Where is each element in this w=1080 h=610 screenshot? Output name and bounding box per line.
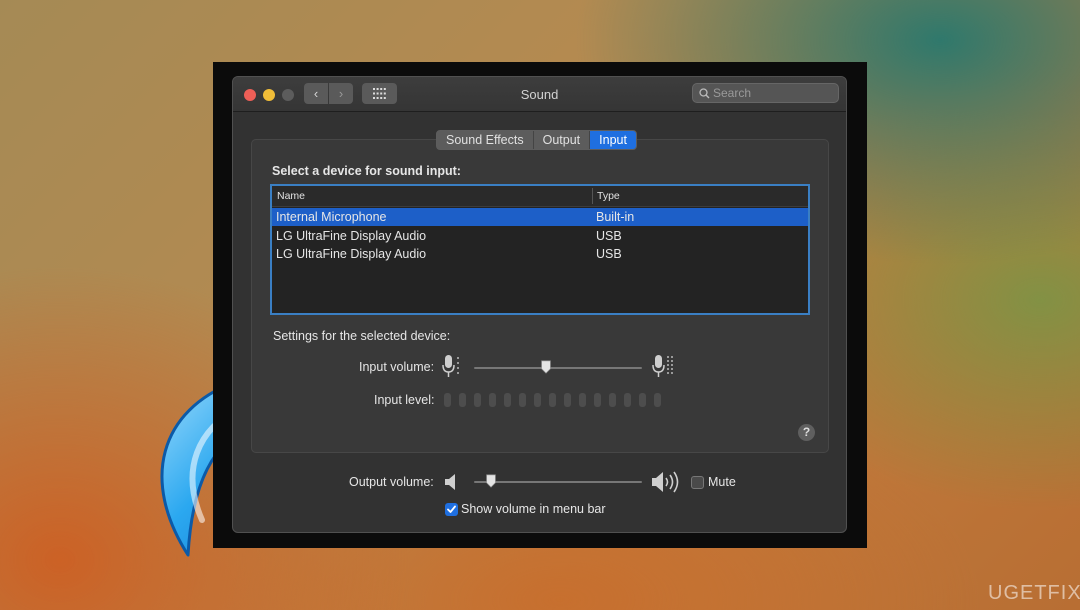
input-level-segment — [534, 393, 541, 407]
microphone-high-icon — [652, 355, 673, 377]
sound-preferences-window: ‹ › Sound Sound Effects Output Input Se — [232, 76, 847, 533]
output-volume-track[interactable] — [474, 481, 642, 483]
device-type: USB — [596, 247, 622, 261]
input-level-segment — [549, 393, 556, 407]
input-level-segment — [579, 393, 586, 407]
speaker-high-icon — [652, 471, 679, 493]
device-name: LG UltraFine Display Audio — [276, 229, 427, 243]
tab-output[interactable]: Output — [534, 131, 591, 149]
input-level-segment — [609, 393, 616, 407]
search-icon — [699, 88, 710, 99]
speaker-low-icon — [445, 474, 455, 490]
input-level-segment — [624, 393, 631, 407]
search-field[interactable] — [692, 83, 839, 103]
select-device-label: Select a device for sound input: — [272, 164, 461, 178]
column-header-type[interactable]: Type — [597, 190, 620, 202]
device-name: LG UltraFine Display Audio — [276, 247, 427, 261]
show-volume-label: Show volume in menu bar — [461, 502, 606, 516]
input-volume-track[interactable] — [474, 367, 642, 369]
input-level-segment — [444, 393, 451, 407]
input-level-segment — [489, 393, 496, 407]
tab-bar: Sound Effects Output Input — [436, 130, 637, 150]
input-volume-slider-thumb[interactable] — [540, 360, 552, 374]
column-header-name[interactable]: Name — [277, 190, 305, 202]
checkmark-icon — [447, 505, 456, 513]
device-name: Internal Microphone — [276, 210, 387, 224]
column-divider — [592, 188, 593, 204]
input-level-segment — [459, 393, 466, 407]
mute-checkbox[interactable] — [691, 476, 704, 489]
help-button[interactable]: ? — [798, 424, 815, 441]
show-volume-checkbox[interactable] — [445, 503, 458, 516]
input-level-segment — [504, 393, 511, 407]
table-row[interactable]: Internal Microphone Built-in — [272, 208, 808, 226]
mute-label: Mute — [708, 475, 736, 489]
table-row[interactable]: LG UltraFine Display Audio USB — [272, 245, 808, 263]
table-row[interactable]: LG UltraFine Display Audio USB — [272, 227, 808, 245]
input-level-label: Input level: — [374, 393, 435, 407]
microphone-low-icon — [442, 355, 459, 377]
tab-input[interactable]: Input — [590, 131, 636, 149]
input-level-segment — [639, 393, 646, 407]
table-header: Name Type — [272, 186, 808, 207]
device-type: Built-in — [596, 210, 635, 224]
input-device-table[interactable]: Name Type Internal Microphone Built-in L… — [270, 184, 810, 315]
input-level-segment — [564, 393, 571, 407]
title-bar: ‹ › Sound — [233, 77, 846, 112]
input-volume-label: Input volume: — [359, 360, 435, 374]
output-volume-label: Output volume: — [349, 475, 434, 489]
search-input[interactable] — [713, 86, 833, 100]
input-level-segment — [519, 393, 526, 407]
output-volume-slider-thumb[interactable] — [485, 474, 497, 488]
input-level-segment — [654, 393, 661, 407]
input-level-meter — [444, 393, 661, 407]
input-level-segment — [594, 393, 601, 407]
settings-label: Settings for the selected device: — [273, 329, 451, 343]
tab-sound-effects[interactable]: Sound Effects — [437, 131, 534, 149]
device-type: USB — [596, 229, 622, 243]
input-level-segment — [474, 393, 481, 407]
watermark: UGETFIX — [988, 582, 1080, 604]
